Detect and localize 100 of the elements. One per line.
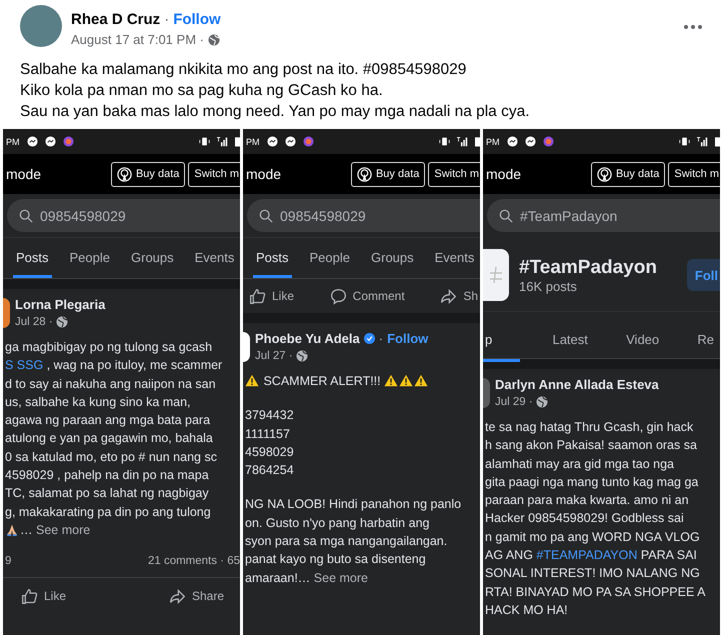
- broadcast-icon: [356, 166, 372, 182]
- tab[interactable]: Events: [432, 248, 478, 278]
- post-text-line: alamhati may ara gid mga tao nga: [484, 456, 675, 473]
- buy-data-button[interactable]: Buy data: [110, 162, 186, 186]
- messenger-icon: [524, 136, 536, 147]
- tab[interactable]: Re: [695, 322, 720, 362]
- switch-mode-button[interactable]: Switch m: [428, 162, 480, 186]
- post-date: Jul 29 ·: [495, 396, 533, 408]
- share-icon: [440, 288, 458, 304]
- post-text-line: g, makakarating pa din po ang tulong: [4, 504, 212, 521]
- tab[interactable]: Latest: [550, 322, 594, 362]
- follow-hashtag-button[interactable]: Foll: [686, 259, 720, 291]
- search-field[interactable]: 09854598029: [247, 199, 480, 232]
- follow-link[interactable]: Follow: [173, 11, 221, 28]
- post-text-line: 1111157: [244, 426, 291, 443]
- mode-label: mode: [486, 166, 522, 182]
- see-more-link[interactable]: See more: [36, 522, 90, 537]
- mode-label: mode: [246, 166, 282, 182]
- post-text-line: ga magbibigay po ng tulong sa gcash: [4, 339, 214, 356]
- hashtag-link[interactable]: #TEAMPADAYON: [536, 548, 638, 562]
- post-text-line: 4598029: [244, 444, 295, 461]
- battery-icon: [475, 136, 480, 147]
- follow-link[interactable]: Follow: [387, 331, 428, 346]
- author-name[interactable]: Darlyn Anne Allada Esteva: [495, 377, 659, 392]
- author-name[interactable]: Phoebe Yu Adela: [255, 331, 360, 346]
- broadcast-icon: [116, 166, 132, 182]
- globe-icon: [208, 34, 220, 46]
- hashtag-title: #TeamPadayon: [519, 256, 657, 278]
- tab[interactable]: p: [483, 322, 520, 362]
- tab[interactable]: Events: [192, 248, 238, 278]
- post-text-line: Kiko kola pa nman mo sa pag kuha ng GCash ko ha.: [20, 81, 384, 101]
- hashtag-link[interactable]: S SSG: [5, 358, 44, 372]
- post-text-line: Salbahe ka malamang nkikita mo ang post na ito. #09854598029: [20, 60, 468, 80]
- switch-mode-button[interactable]: Switch m: [668, 162, 720, 186]
- mode-label: mode: [6, 166, 42, 182]
- post-text-line: amaraan!… See more: [244, 570, 369, 587]
- warning-icon: [384, 374, 398, 387]
- comment-button[interactable]: Comment: [328, 286, 407, 306]
- separator-dot: ·: [164, 11, 170, 28]
- search-icon: [19, 208, 33, 222]
- post-text-line: NG NA LOOB! Hindi panahon ng panlo: [244, 496, 462, 514]
- status-time: PM: [486, 136, 500, 146]
- vibrate-icon: [439, 136, 450, 147]
- post-text-line: TC, salamat po sa lahat ng nagbigay: [4, 485, 210, 502]
- post-text-line: d to say ai nakuha ang naiipon na san: [4, 376, 217, 393]
- post-text-line: RTA! BINAYAD MO PA SA SHOPPEE A: [484, 584, 706, 601]
- app-icon: [542, 136, 554, 147]
- globe-icon: [536, 396, 548, 408]
- search-field[interactable]: #TeamPadayon: [487, 199, 720, 232]
- separator-dot: ·: [378, 331, 384, 346]
- switch-mode-button[interactable]: Switch m: [188, 162, 240, 186]
- tab[interactable]: Posts: [13, 248, 52, 278]
- post-text-line: 3794432: [244, 407, 295, 424]
- post-text-line: h sang akon Pakaisa! saamon oras sa: [484, 437, 698, 454]
- globe-icon: [296, 350, 308, 362]
- tab[interactable]: Groups: [368, 248, 417, 278]
- more-options-icon[interactable]: [684, 25, 702, 29]
- post-text-line: AG ANG #TEAMPADAYON PARA SAI: [484, 547, 698, 564]
- app-icon: [62, 136, 74, 147]
- profile-photo-placeholder[interactable]: [20, 5, 62, 47]
- see-more-link[interactable]: See more: [314, 570, 368, 585]
- messenger-icon: [44, 136, 56, 147]
- post-text-line: 4598029 , pahelp na din po na mapa: [4, 467, 210, 484]
- post-text-line: atulong e yan pa gagawin mo, bahala: [4, 430, 214, 448]
- warning-icon: [414, 374, 428, 387]
- buy-data-button[interactable]: Buy data: [350, 162, 426, 186]
- like-button[interactable]: Like: [19, 586, 68, 607]
- search-field[interactable]: 09854598029: [7, 199, 240, 232]
- share-button[interactable]: Sh: [438, 286, 480, 306]
- post-date: Jul 27 ·: [255, 350, 293, 362]
- search-icon: [259, 208, 273, 222]
- signal-icon: [457, 136, 468, 147]
- share-button[interactable]: Share: [166, 586, 226, 607]
- signal-icon: [217, 136, 228, 147]
- author-name[interactable]: Rhea D Cruz: [71, 11, 160, 28]
- app-icon: [302, 136, 314, 147]
- author-name[interactable]: Lorna Plegaria: [15, 297, 106, 312]
- messenger-icon: [506, 136, 518, 147]
- tab[interactable]: People: [66, 248, 113, 278]
- post-text-line: on. Gusto n'yo pang harbatin ang: [244, 514, 430, 532]
- post-text-line: SONAL INTEREST! IMO NALANG NG: [484, 565, 701, 582]
- status-time: PM: [6, 136, 20, 146]
- status-time: PM: [246, 136, 260, 146]
- post-text-line: HACK MO HA!: [484, 602, 569, 619]
- post-date: Jul 28 ·: [15, 316, 53, 328]
- tab[interactable]: People: [306, 248, 353, 278]
- like-icon: [249, 288, 266, 304]
- like-button[interactable]: Like: [247, 286, 296, 306]
- globe-icon: [56, 316, 68, 328]
- post-date[interactable]: August 17 at 7:01 PM ·: [71, 32, 204, 47]
- battery-icon: [235, 136, 240, 147]
- vibrate-icon: [199, 136, 210, 147]
- post-text-line: SCAMMER ALERT!!!: [243, 372, 480, 390]
- buy-data-button[interactable]: Buy data: [590, 162, 666, 186]
- like-icon: [21, 588, 38, 605]
- comment-share-count: 21 comments · 65: [148, 555, 240, 568]
- tab[interactable]: Groups: [128, 248, 177, 278]
- messenger-icon: [284, 136, 296, 147]
- praying-hands-icon: [5, 522, 19, 536]
- tab[interactable]: Video: [624, 322, 666, 362]
